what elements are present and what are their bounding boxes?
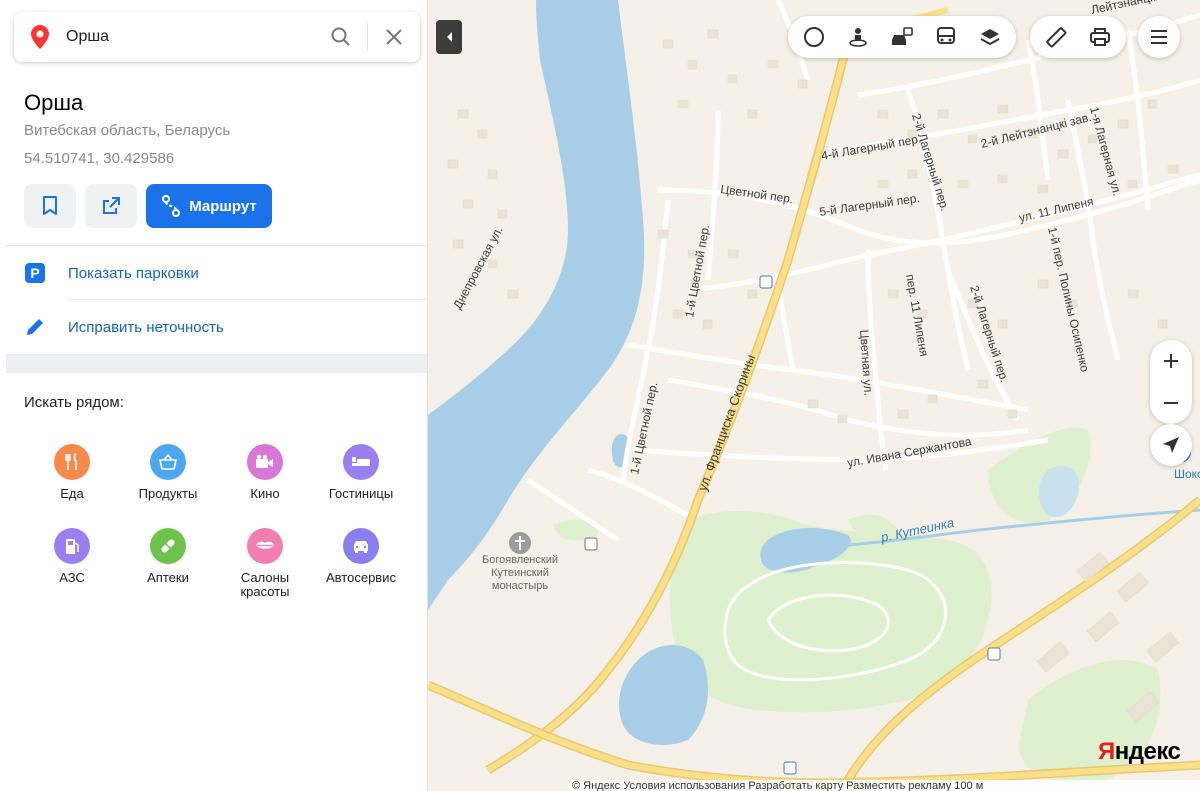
plus-icon <box>1164 354 1178 368</box>
map-pin-icon <box>14 12 66 62</box>
yandex-logo: Яндекс <box>1098 738 1181 765</box>
bed-icon <box>343 444 379 480</box>
zoom-in-button[interactable] <box>1150 340 1192 382</box>
layers-icon <box>980 29 1000 46</box>
panorama-icon <box>804 27 824 47</box>
share-button[interactable] <box>85 184 137 228</box>
section-separator <box>6 354 427 373</box>
sidebar: Орша Орша Витебская область, Беларусь 54… <box>0 0 428 791</box>
category-car-service[interactable]: Автосервис <box>313 528 409 585</box>
category-label: Продукты <box>138 486 198 501</box>
car-camera-icon <box>892 27 913 45</box>
hamburger-icon <box>1151 30 1167 44</box>
app-root: Орша Орша Витебская область, Беларусь 54… <box>0 0 1200 791</box>
printer-icon <box>1090 28 1110 46</box>
category-label: Салоны красоты <box>240 570 290 599</box>
bookmark-button[interactable] <box>24 184 76 228</box>
svg-text:Богоявленский: Богоявленский <box>482 554 558 566</box>
pill-icon <box>150 528 186 564</box>
panorama-button[interactable] <box>792 16 836 58</box>
tool-controls <box>1030 16 1126 58</box>
poi-label: Шоко <box>1174 467 1200 481</box>
route-icon <box>162 195 181 217</box>
category-label: Аптеки <box>147 570 189 585</box>
nearby-title: Искать рядом: <box>24 394 124 411</box>
category-groceries[interactable]: Продукты <box>120 444 216 501</box>
layers-button[interactable] <box>968 16 1012 58</box>
svg-text:монастырь: монастырь <box>492 580 548 592</box>
menu-button[interactable] <box>1138 16 1180 58</box>
map-footer[interactable]: © Яндекс Условия использования Разработа… <box>568 780 1200 791</box>
bus-icon <box>937 27 955 44</box>
person-icon <box>849 28 867 47</box>
ruler-button[interactable] <box>1034 16 1078 58</box>
category-gas-stations[interactable]: АЗС <box>24 528 120 585</box>
pencil-icon <box>27 319 43 335</box>
category-hotels[interactable]: Гостиницы <box>313 444 409 501</box>
category-cinema[interactable]: Кино <box>217 444 313 501</box>
category-food[interactable]: Еда <box>24 444 120 501</box>
place-coordinates[interactable]: 54.510741, 30.429586 <box>24 150 174 167</box>
print-button[interactable] <box>1078 16 1122 58</box>
close-icon <box>386 29 402 45</box>
bookmark-icon <box>43 196 57 215</box>
camera-icon <box>247 444 283 480</box>
map-layer: Днепровская ул. 1-й Цветной пер. 1-й Цве… <box>428 0 1200 791</box>
svg-text:P: P <box>30 265 39 281</box>
category-pharmacies[interactable]: Аптеки <box>120 528 216 585</box>
share-icon <box>103 197 120 214</box>
category-label: Кино <box>250 486 280 501</box>
layer-controls <box>788 16 1016 58</box>
lips-icon <box>247 528 283 564</box>
report-error-link[interactable]: Исправить неточность <box>24 312 224 342</box>
search-icon <box>331 27 350 46</box>
map-canvas[interactable]: Днепровская ул. 1-й Цветной пер. 1-й Цве… <box>428 0 1200 791</box>
category-beauty-salons[interactable]: Салоны красоты <box>217 528 313 599</box>
ruler-icon <box>1046 27 1067 48</box>
my-location-button[interactable] <box>1150 424 1192 466</box>
category-label: Автосервис <box>326 570 396 585</box>
report-error-label: Исправить неточность <box>68 318 224 336</box>
parking-icon: P <box>25 263 45 283</box>
navigation-arrow-icon <box>1163 437 1179 453</box>
divider <box>68 299 427 300</box>
collapse-sidebar-button[interactable] <box>436 20 462 54</box>
svg-text:Кутеинский: Кутеинский <box>491 567 549 579</box>
fork-knife-icon <box>54 444 90 480</box>
show-parking-label: Показать парковки <box>68 264 199 282</box>
basket-icon <box>150 444 186 480</box>
chevron-left-icon <box>447 32 452 42</box>
route-button-label: Маршрут <box>189 197 257 215</box>
fuel-icon <box>54 528 90 564</box>
car-service-icon <box>343 528 379 564</box>
traffic-button[interactable] <box>880 16 924 58</box>
route-button[interactable]: Маршрут <box>146 184 272 228</box>
zoom-controls <box>1150 340 1192 424</box>
street-view-button[interactable] <box>836 16 880 58</box>
divider <box>6 245 427 246</box>
place-region: Витебская область, Беларусь <box>24 122 231 139</box>
search-button[interactable] <box>315 12 367 62</box>
category-label: Еда <box>60 486 84 501</box>
transit-button[interactable] <box>924 16 968 58</box>
search-bar[interactable]: Орша <box>14 12 420 62</box>
clear-search-button[interactable] <box>368 12 420 62</box>
museum-icon <box>584 537 598 551</box>
category-label: Гостиницы <box>328 486 394 501</box>
place-title: Орша <box>24 90 84 115</box>
minus-icon <box>1164 402 1178 404</box>
show-parking-link[interactable]: P Показать парковки <box>24 258 199 288</box>
category-label: АЗС <box>59 570 85 585</box>
search-input[interactable]: Орша <box>66 28 315 46</box>
zoom-out-button[interactable] <box>1150 382 1192 424</box>
